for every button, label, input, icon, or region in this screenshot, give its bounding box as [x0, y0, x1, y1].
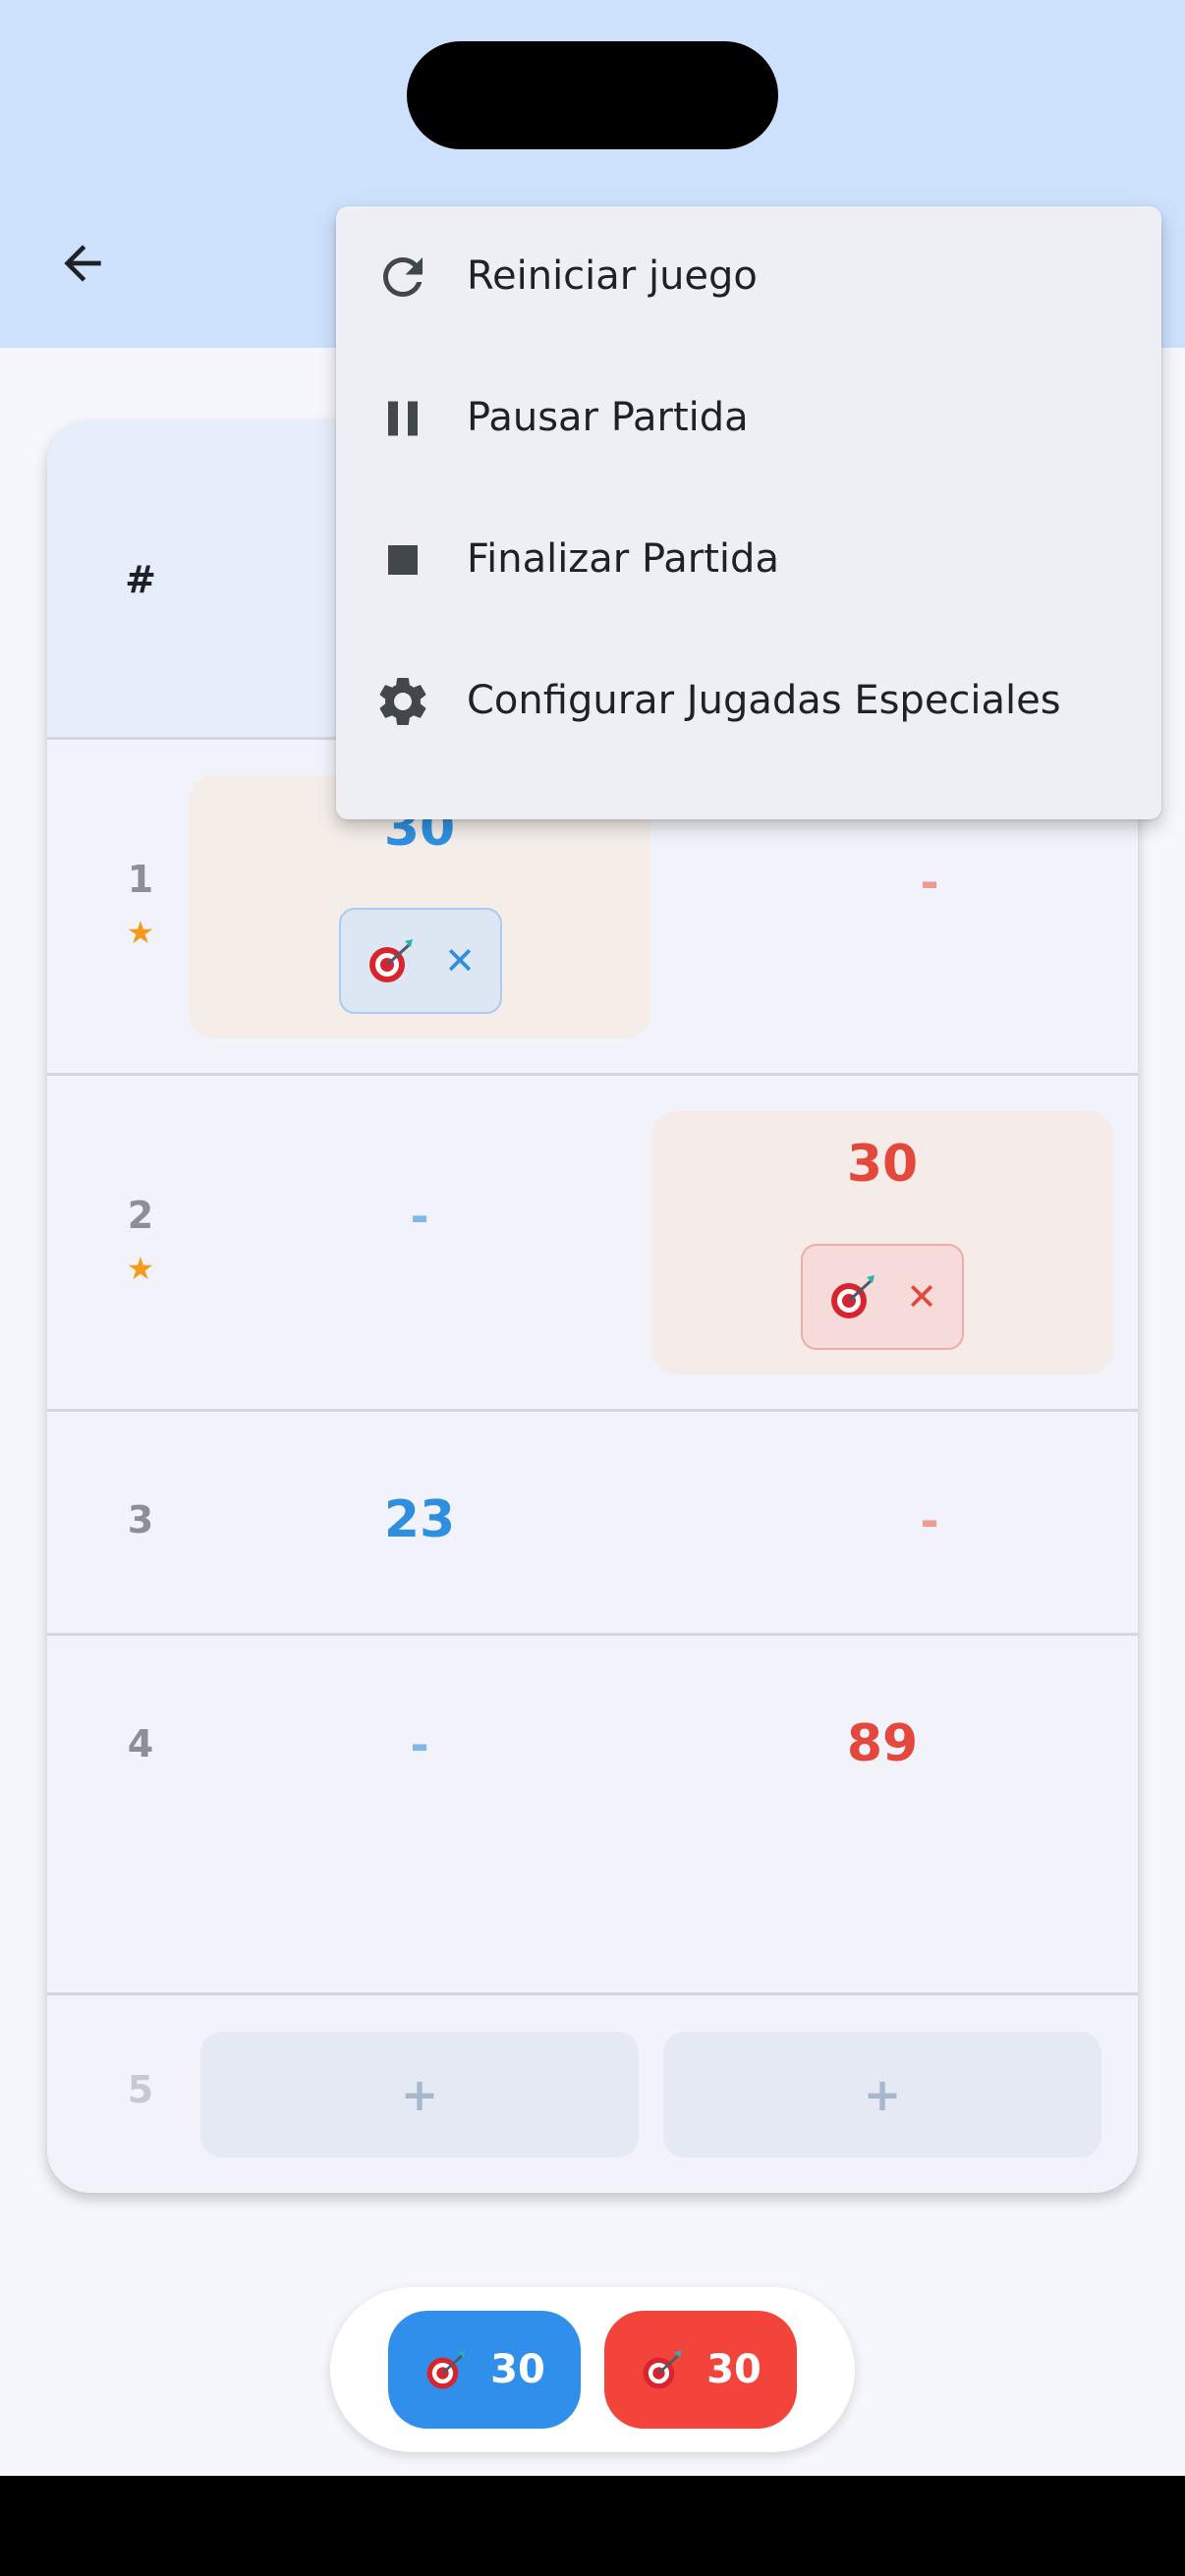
menu-item-configure-special[interactable]: Configurar Jugadas Especiales — [336, 631, 1161, 772]
add-blue-score-button[interactable]: + — [200, 2032, 639, 2157]
table-row: 2 ★ - 30 ✕ — [47, 1076, 1138, 1412]
menu-item-label: Pausar Partida — [467, 395, 749, 440]
red-score[interactable]: - — [699, 1494, 1138, 1547]
red-score[interactable]: 30 — [651, 1135, 1113, 1194]
round-number: 1 — [127, 858, 154, 901]
camera-notch — [407, 41, 778, 149]
menu-item-label: Configurar Jugadas Especiales — [467, 678, 1061, 723]
refresh-icon — [373, 248, 432, 307]
blue-special-value: 30 — [490, 2347, 545, 2392]
star-icon: ★ — [126, 1250, 155, 1287]
menu-item-label: Finalizar Partida — [467, 536, 779, 582]
blue-special-chip[interactable]: ✕ — [339, 908, 502, 1014]
pause-icon — [373, 389, 432, 448]
dart-target-icon — [831, 1275, 875, 1318]
table-row: 4 - 89 — [47, 1636, 1138, 1995]
blue-score[interactable]: - — [189, 1718, 650, 1771]
round-number: 4 — [127, 1722, 154, 1765]
dart-target-icon — [426, 2350, 466, 2389]
table-row: 5 + + — [47, 1995, 1138, 2193]
blue-special-button[interactable]: 30 — [388, 2311, 581, 2429]
close-icon[interactable]: ✕ — [906, 1278, 937, 1316]
red-score[interactable]: 89 — [651, 1714, 1113, 1773]
dart-target-icon — [643, 2350, 682, 2389]
round-number: 3 — [127, 1498, 154, 1541]
red-special-chip[interactable]: ✕ — [801, 1244, 964, 1350]
round-number: 2 — [127, 1194, 154, 1237]
close-icon[interactable]: ✕ — [444, 942, 476, 980]
menu-item-finish[interactable]: Finalizar Partida — [336, 489, 1161, 631]
menu-item-pause[interactable]: Pausar Partida — [336, 348, 1161, 489]
overflow-menu: Reiniciar juego Pausar Partida Finalizar… — [336, 206, 1161, 819]
stop-icon — [373, 531, 432, 589]
blue-score[interactable]: 23 — [189, 1490, 650, 1549]
red-score[interactable]: - — [699, 856, 1138, 909]
red-special-value: 30 — [706, 2347, 762, 2392]
red-special-button[interactable]: 30 — [604, 2311, 797, 2429]
gear-icon — [373, 672, 432, 731]
round-number: 5 — [127, 2068, 154, 2111]
arrow-left-icon — [64, 245, 101, 282]
special-plays-bar: 30 30 — [330, 2287, 855, 2452]
star-icon: ★ — [126, 914, 155, 951]
table-row: 3 23 - — [47, 1412, 1138, 1636]
blue-score[interactable]: - — [189, 1190, 650, 1243]
menu-item-restart[interactable]: Reiniciar juego — [336, 206, 1161, 348]
add-red-score-button[interactable]: + — [663, 2032, 1101, 2157]
menu-item-label: Reiniciar juego — [467, 253, 758, 299]
dart-target-icon — [369, 939, 414, 982]
back-button[interactable] — [45, 226, 120, 301]
system-nav-bar — [0, 2476, 1185, 2576]
round-column-header: # — [125, 558, 156, 601]
